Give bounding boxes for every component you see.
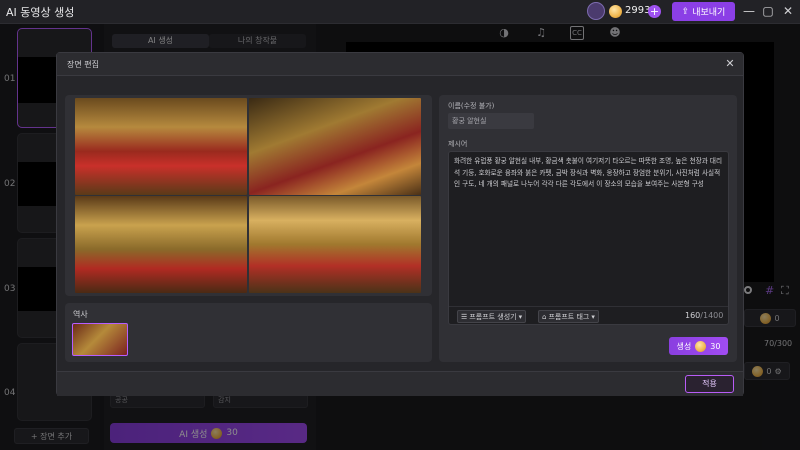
image-grid-panel [65, 95, 432, 296]
prompt-toolbar: ☰ 프롬프트 생성기 ▾ ⌂ 프롬프트 태그 ▾ 160/1400 [449, 306, 728, 324]
apply-button[interactable]: 적용 [685, 375, 734, 393]
upload-icon: ⇪ [681, 6, 690, 17]
title-bar: AI 동영상 생성 2993 + ⇪ 내보내기 — ▢ ✕ [0, 0, 800, 24]
credit-count: 2993 [625, 5, 651, 16]
maximize-icon[interactable]: ▢ [761, 4, 775, 18]
coin-icon [695, 340, 707, 352]
history-thumbnail[interactable] [72, 323, 128, 356]
history-label: 역사 [73, 310, 88, 319]
name-label: 이름(수정 불가) [448, 102, 495, 110]
generated-image-3[interactable] [75, 196, 247, 293]
generated-image-1[interactable] [75, 98, 247, 195]
prompt-text: 화려한 유럽풍 황궁 알현실 내부, 황금색 촛불이 여기저기 타오르는 따뜻한… [454, 157, 723, 189]
scene-form-panel: 이름(수정 불가) 황궁 알현실 제시어 화려한 유럽풍 황궁 알현실 내부, … [439, 95, 737, 362]
chevron-down-icon: ▾ [591, 312, 595, 321]
char-max-value: /1400 [700, 311, 724, 320]
generate-cost: 30 [710, 341, 721, 351]
tag-icon: ⌂ [542, 312, 547, 321]
minimize-icon[interactable]: — [742, 4, 756, 18]
export-button[interactable]: ⇪ 내보내기 [672, 2, 735, 21]
prompt-tag-label: 프롬프트 태그 [548, 312, 590, 321]
char-count-value: 160 [685, 311, 701, 320]
add-credit-icon[interactable]: + [648, 5, 661, 18]
coin-icon [609, 5, 622, 18]
generated-image-4[interactable] [249, 196, 421, 293]
history-panel: 역사 [65, 303, 432, 362]
dialog-header: 장면 편집 ✕ [57, 53, 743, 76]
generate-button[interactable]: 생성 30 [669, 337, 728, 355]
generated-image-2[interactable] [249, 98, 421, 195]
char-counter: 160/1400 [685, 311, 723, 320]
user-avatar[interactable] [587, 2, 605, 20]
prompt-generator-label: 프롬프트 생성기 [469, 312, 517, 321]
prompt-generator-button[interactable]: ☰ 프롬프트 생성기 ▾ [457, 310, 527, 323]
scene-edit-dialog: 장면 편집 ✕ 역사 이름(수정 불가) 황궁 알현실 제시어 화려한 유럽풍 … [56, 52, 744, 396]
list-icon: ☰ [461, 312, 468, 321]
export-label: 내보내기 [692, 8, 726, 18]
app-title: AI 동영상 생성 [6, 6, 75, 19]
close-icon[interactable]: ✕ [723, 57, 737, 71]
dialog-title: 장면 편집 [67, 60, 99, 69]
prompt-textarea[interactable]: 화려한 유럽풍 황궁 알현실 내부, 황금색 촛불이 여기저기 타오르는 따뜻한… [448, 151, 729, 325]
window-close-icon[interactable]: ✕ [781, 4, 795, 18]
chevron-down-icon: ▾ [518, 312, 523, 321]
generate-label: 생성 [676, 341, 692, 351]
name-field: 황궁 알현실 [448, 113, 534, 129]
prompt-label: 제시어 [448, 140, 468, 148]
prompt-tag-button[interactable]: ⌂ 프롬프트 태그 ▾ [538, 310, 599, 323]
dialog-footer: 적용 [57, 371, 743, 396]
